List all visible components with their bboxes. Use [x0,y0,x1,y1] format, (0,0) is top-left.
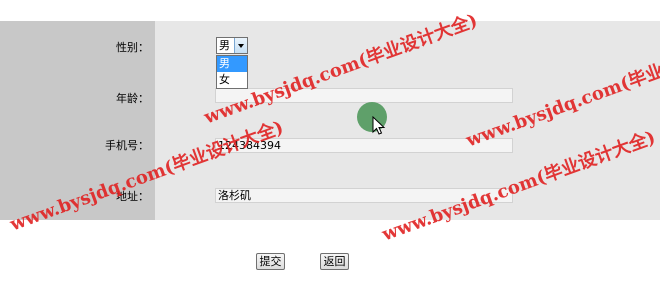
back-button[interactable]: 返回 [320,253,349,270]
gender-option-male[interactable]: 男 [217,56,247,72]
gender-label: 性别： [116,41,149,54]
phone-input[interactable]: 124384394 [215,138,513,153]
label-column: 性别： 年龄： 手机号： 地址： [0,21,155,220]
age-label: 年龄： [116,92,149,105]
gender-selected-value: 男 [219,39,230,52]
submit-button[interactable]: 提交 [256,253,285,270]
address-label: 地址： [116,190,149,203]
gender-dropdown: 男 女 [216,55,248,89]
chevron-down-icon[interactable] [234,38,247,53]
address-input[interactable]: 洛杉矶 [215,188,513,203]
phone-label: 手机号： [105,139,149,152]
gender-option-female[interactable]: 女 [217,72,247,88]
mouse-cursor-icon [372,116,386,135]
age-input[interactable] [215,88,513,103]
gender-select[interactable]: 男 [216,37,248,54]
